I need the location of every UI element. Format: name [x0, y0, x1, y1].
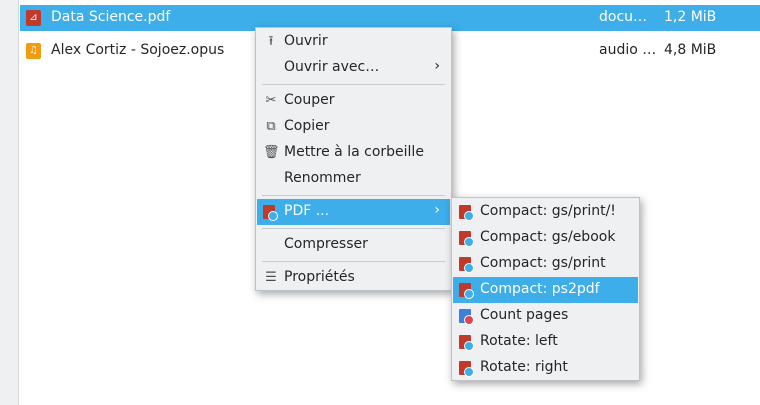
menu-separator [262, 228, 445, 229]
submenu-item-compact-gs-ebook[interactable]: Compact: gs/ebook [453, 225, 638, 251]
pdf-icon [459, 334, 475, 351]
menu-item-compresser[interactable]: Compresser [257, 232, 450, 258]
menu-item-corbeille[interactable]: 🗑 Mettre à la corbeille [257, 140, 450, 166]
menu-item-copier[interactable]: ⧉ Copier [257, 114, 450, 140]
copy-icon: ⧉ [266, 119, 276, 134]
submenu-item-label: Compact: gs/ebook [480, 229, 616, 245]
chevron-right-icon: › [434, 58, 440, 74]
file-size: 1,2 MiB [664, 9, 717, 25]
left-panel-border [0, 0, 19, 405]
pdf-icon [263, 204, 279, 221]
menu-item-label: PDF ... [284, 203, 330, 219]
pdf-icon [459, 204, 475, 221]
submenu-item-compact-gs-print[interactable]: Compact: gs/print [453, 251, 638, 277]
menu-item-label: Couper [284, 92, 335, 108]
audio-file-icon: ♫ [26, 43, 41, 59]
menu-separator [262, 261, 445, 262]
file-name: Data Science.pdf [51, 9, 171, 25]
pdf-icon [459, 360, 475, 377]
file-type: docu… [599, 9, 648, 25]
menu-separator [262, 84, 445, 85]
menu-item-label: Renommer [284, 170, 361, 186]
submenu-item-rotate-right[interactable]: Rotate: right [453, 355, 638, 381]
pdf-file-icon: ⊿ [26, 10, 41, 26]
submenu-item-label: Rotate: left [480, 333, 558, 349]
chevron-right-icon: › [434, 202, 440, 218]
count-pages-icon [459, 308, 475, 325]
menu-item-label: Mettre à la corbeille [284, 144, 424, 160]
submenu-item-label: Compact: gs/print/! [480, 203, 616, 219]
file-size: 4,8 MiB [664, 42, 717, 58]
menu-item-pdf[interactable]: PDF ... › [257, 199, 450, 225]
menu-item-label: Copier [284, 118, 330, 134]
submenu-item-count-pages[interactable]: Count pages [453, 303, 638, 329]
menu-item-label: Ouvrir avec… [284, 59, 380, 75]
menu-item-label: Ouvrir [284, 33, 328, 49]
file-name: Alex Cortiz - Sojoez.opus [51, 42, 225, 58]
submenu-item-label: Compact: gs/print [480, 255, 606, 271]
submenu-item-label: Compact: ps2pdf [480, 281, 600, 297]
submenu-item-compact-gs-print-bang[interactable]: Compact: gs/print/! [453, 199, 638, 225]
pdf-icon [459, 282, 475, 299]
menu-item-renommer[interactable]: Renommer [257, 166, 450, 192]
menu-item-ouvrir-avec[interactable]: Ouvrir avec… › [257, 55, 450, 81]
scissors-icon: ✂ [265, 93, 277, 108]
upload-icon: ⭱ [268, 34, 274, 49]
file-type: audio … [599, 42, 657, 58]
pdf-icon [459, 230, 475, 247]
menu-item-ouvrir[interactable]: ⭱ Ouvrir [257, 29, 450, 55]
submenu-item-label: Count pages [480, 307, 569, 323]
menu-item-label: Compresser [284, 236, 368, 252]
pdf-icon [459, 256, 475, 273]
menu-item-couper[interactable]: ✂ Couper [257, 88, 450, 114]
pdf-submenu: Compact: gs/print/! Compact: gs/ebook Co… [451, 197, 640, 381]
submenu-item-label: Rotate: right [480, 359, 568, 375]
properties-icon: ☰ [265, 270, 277, 285]
menu-item-proprietes[interactable]: ☰ Propriétés [257, 265, 450, 291]
submenu-item-rotate-left[interactable]: Rotate: left [453, 329, 638, 355]
menu-item-label: Propriétés [284, 269, 355, 285]
menu-separator [262, 195, 445, 196]
submenu-item-compact-ps2pdf[interactable]: Compact: ps2pdf [453, 277, 638, 303]
context-menu: ⭱ Ouvrir Ouvrir avec… › ✂ Couper ⧉ Copie… [255, 27, 452, 291]
trash-icon: 🗑 [263, 145, 280, 160]
